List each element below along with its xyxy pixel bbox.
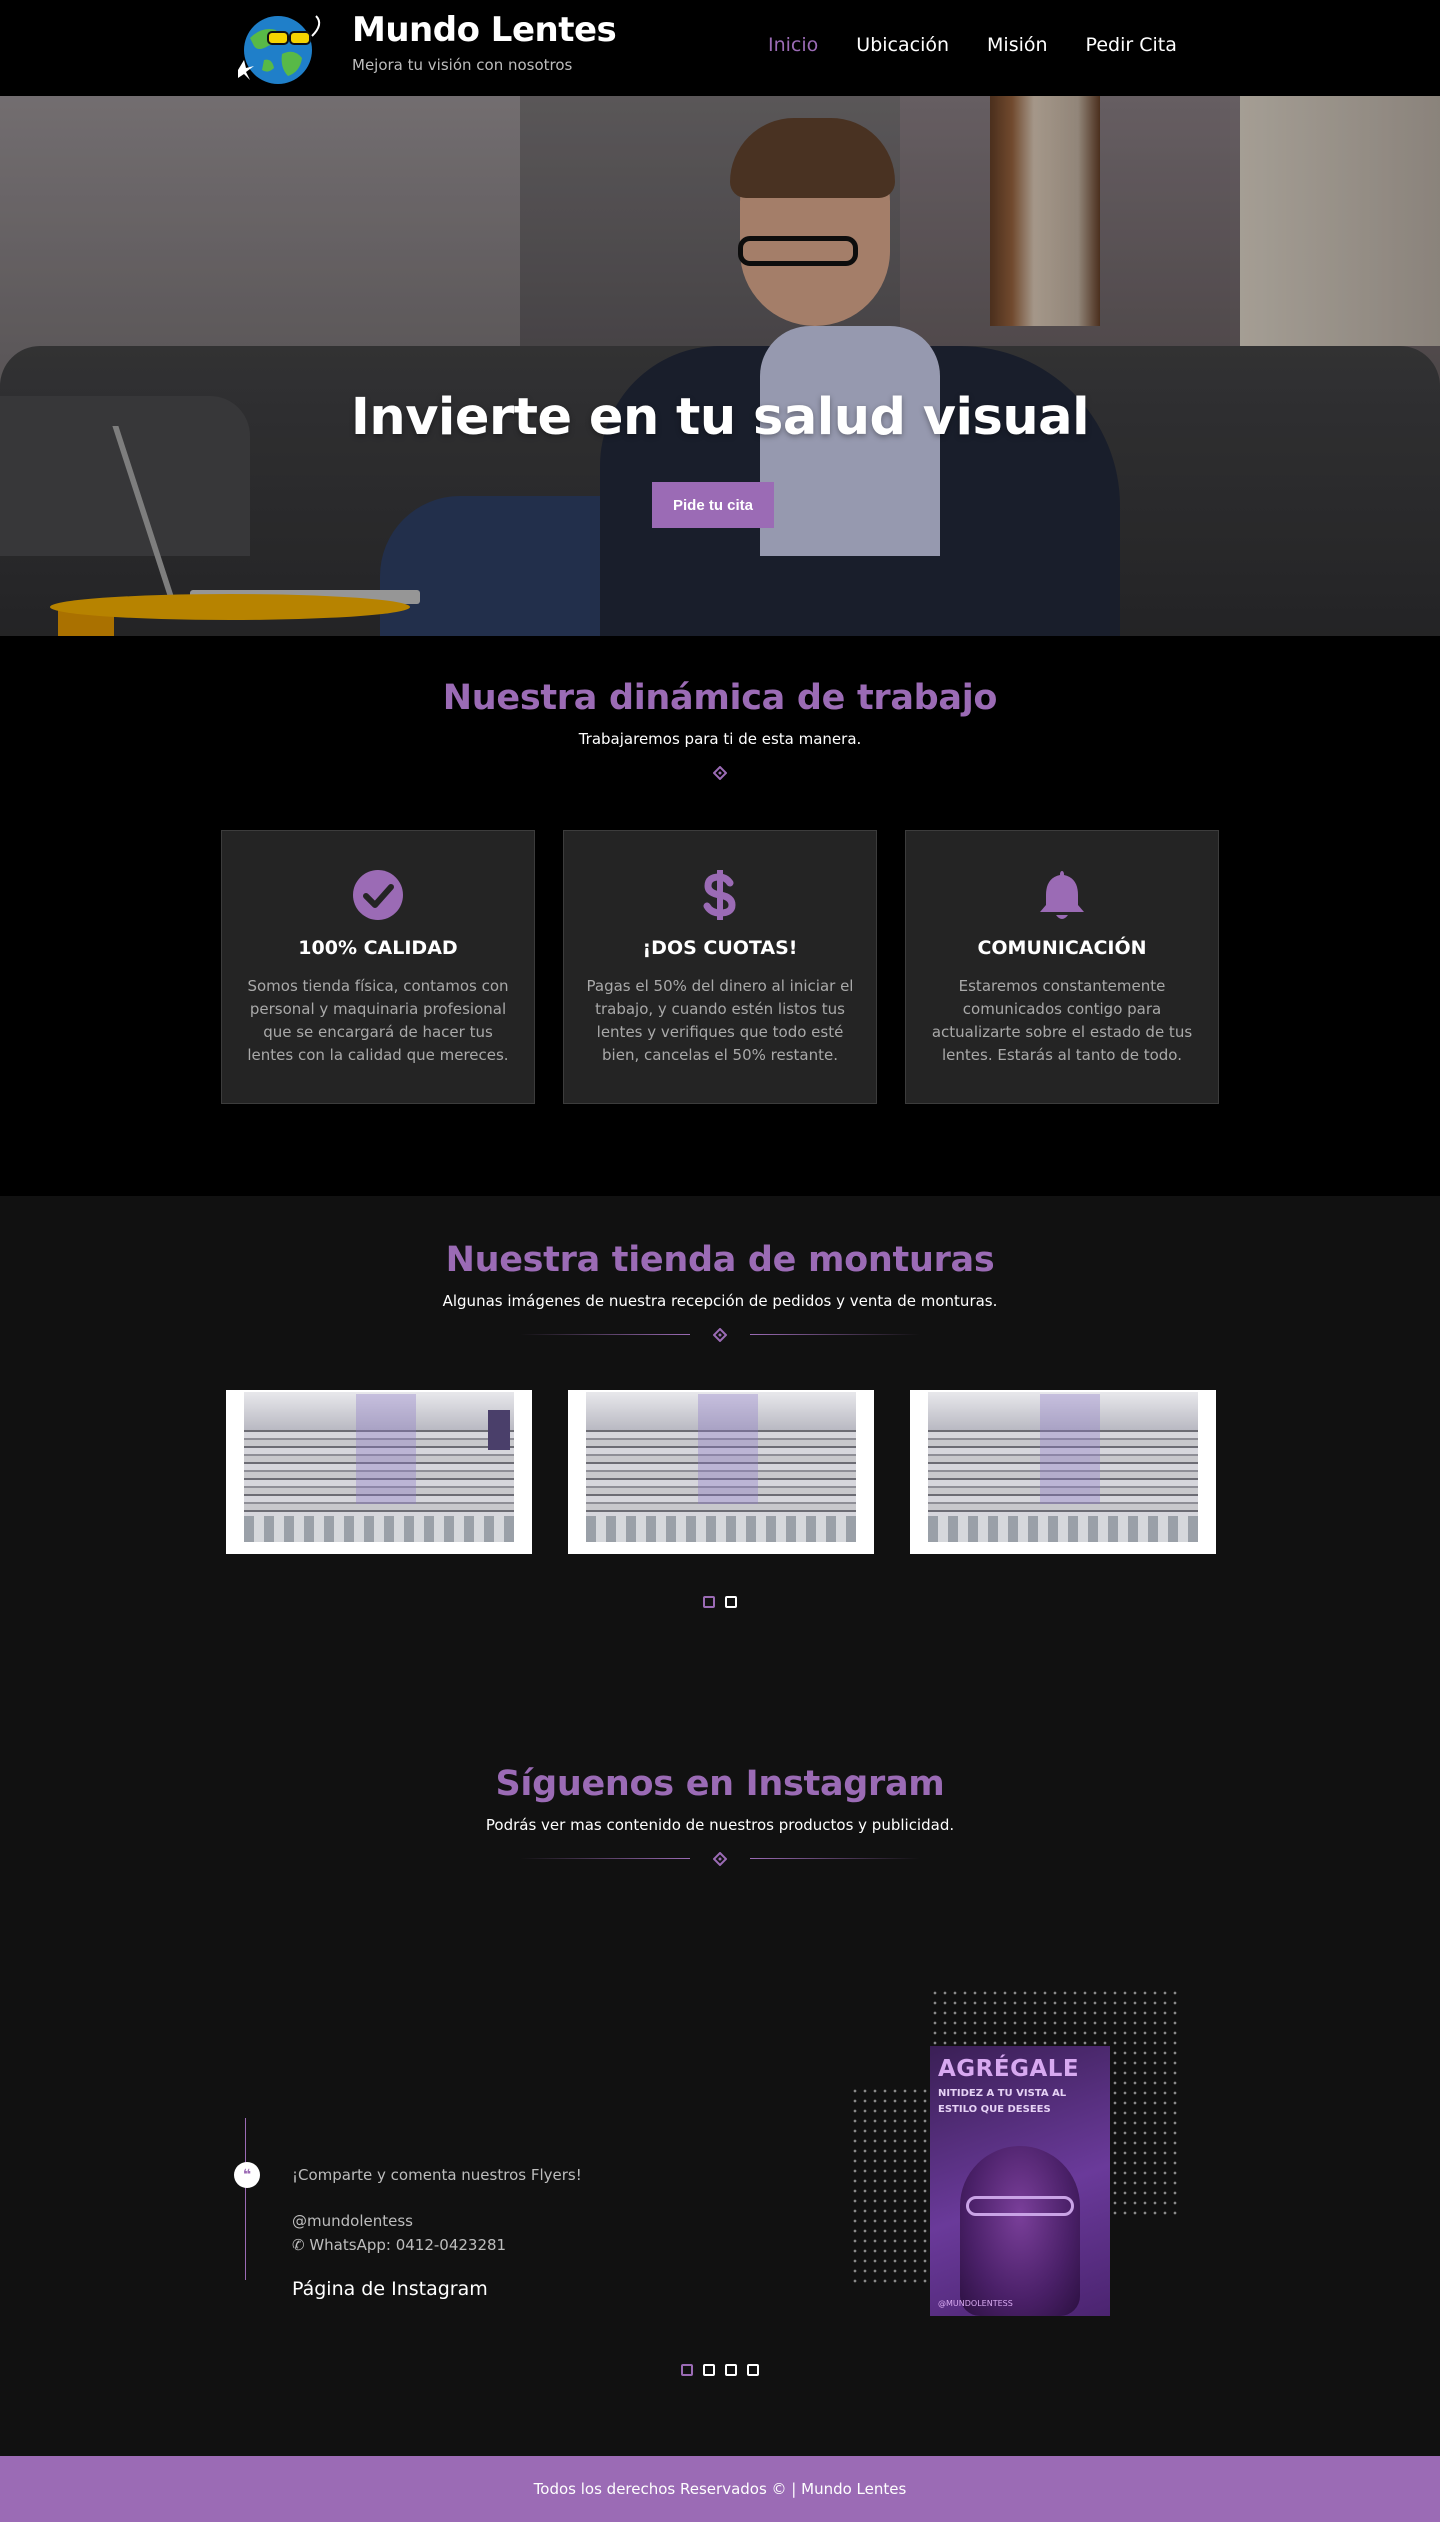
store-photo[interactable]: [910, 1390, 1216, 1554]
site-header: Mundo Lentes Mejora tu visión con nosotr…: [0, 0, 1440, 96]
divider: [520, 766, 920, 780]
instagram-title: Síguenos en Instagram: [495, 1764, 945, 1804]
site-footer: Todos los derechos Reservados © | Mundo …: [0, 2456, 1440, 2522]
dot-pattern: [850, 2086, 930, 2286]
nav-item-inicio[interactable]: Inicio: [768, 34, 818, 56]
bell-icon: [1040, 871, 1084, 919]
store-gallery: [226, 1390, 1216, 1554]
footer-text: Todos los derechos Reservados © | Mundo …: [533, 2480, 907, 2498]
card-title: COMUNICACIÓN: [977, 937, 1147, 959]
quote-icon: ❝: [234, 2162, 260, 2188]
dinamica-title: Nuestra dinámica de trabajo: [442, 678, 998, 718]
hero-banner: Invierte en tu salud visual Pide tu cita: [0, 96, 1440, 636]
instagram-section: Síguenos en Instagram Podrás ver mas con…: [0, 1756, 1440, 2456]
gallery-pagination: [0, 1596, 1440, 1608]
feature-card-comunicacion: COMUNICACIÓN Estaremos constantemente co…: [905, 830, 1219, 1104]
slide-dot-4[interactable]: [747, 2364, 759, 2376]
instagram-subtitle: Podrás ver mas contenido de nuestros pro…: [485, 1816, 955, 1834]
nav-item-ubicacion[interactable]: Ubicación: [856, 34, 949, 56]
store-photo[interactable]: [568, 1390, 874, 1554]
instagram-flyer[interactable]: AGRÉGALE NITIDEZ A TU VISTA AL ESTILO QU…: [930, 2046, 1110, 2316]
check-circle-icon: [353, 870, 403, 920]
nav-item-pedir-cita[interactable]: Pedir Cita: [1086, 34, 1177, 56]
brand-tagline: Mejora tu visión con nosotros: [352, 56, 573, 74]
slide-dot-2[interactable]: [725, 1596, 737, 1608]
flyer-title: AGRÉGALE: [938, 2056, 1080, 2082]
diamond-icon: [713, 1328, 727, 1342]
dinamica-subtitle: Trabajaremos para ti de esta manera.: [578, 730, 862, 748]
slide-dot-3[interactable]: [725, 2364, 737, 2376]
divider: [520, 1852, 920, 1866]
card-title: 100% CALIDAD: [298, 937, 458, 959]
whatsapp-icon: ✆: [292, 2236, 310, 2254]
instagram-page-link[interactable]: Página de Instagram: [292, 2278, 488, 2300]
tienda-section: Nuestra tienda de monturas Algunas imáge…: [0, 1196, 1440, 1756]
diamond-icon: [713, 1852, 727, 1866]
flyer-footer: @MUNDOLENTESS: [938, 2299, 1013, 2308]
slide-dot-1[interactable]: [703, 1596, 715, 1608]
dinamica-section: Nuestra dinámica de trabajo Trabajaremos…: [0, 636, 1440, 1196]
feature-card-cuotas: ¡DOS CUOTAS! Pagas el 50% del dinero al …: [563, 830, 877, 1104]
feature-cards: 100% CALIDAD Somos tienda física, contam…: [221, 830, 1219, 1104]
nav-item-mision[interactable]: Misión: [987, 34, 1048, 56]
brand-title[interactable]: Mundo Lentes: [352, 10, 617, 50]
flyer-subtitle: NITIDEZ A TU VISTA AL ESTILO QUE DESEES: [938, 2088, 1067, 2115]
card-text: Estaremos constantemente comunicados con…: [931, 977, 1193, 1064]
card-title: ¡DOS CUOTAS!: [642, 937, 798, 959]
page: Mundo Lentes Mejora tu visión con nosotr…: [0, 0, 1440, 2522]
card-text: Somos tienda física, contamos con person…: [247, 977, 509, 1064]
whatsapp-contact: ✆ WhatsApp: 0412-0423281: [292, 2236, 506, 2254]
diamond-icon: [713, 766, 727, 780]
pide-tu-cita-button[interactable]: Pide tu cita: [652, 482, 774, 528]
instagram-handle: @mundolentess: [292, 2212, 413, 2230]
whatsapp-number: WhatsApp: 0412-0423281: [309, 2236, 507, 2254]
quote-line: [245, 2118, 246, 2280]
feature-card-calidad: 100% CALIDAD Somos tienda física, contam…: [221, 830, 535, 1104]
main-nav: Inicio Ubicación Misión Pedir Cita: [768, 34, 1215, 56]
instagram-pagination: [0, 2364, 1440, 2376]
slide-dot-2[interactable]: [703, 2364, 715, 2376]
tienda-title: Nuestra tienda de monturas: [445, 1240, 995, 1280]
instagram-text: ¡Comparte y comenta nuestros Flyers!: [292, 2166, 582, 2184]
store-photo[interactable]: [226, 1390, 532, 1554]
slide-dot-1[interactable]: [681, 2364, 693, 2376]
card-text: Pagas el 50% del dinero al iniciar el tr…: [586, 977, 854, 1064]
dollar-icon: [703, 870, 736, 920]
hero-title: Invierte en tu salud visual: [350, 388, 1090, 447]
divider: [520, 1328, 920, 1342]
tienda-subtitle: Algunas imágenes de nuestra recepción de…: [442, 1292, 998, 1310]
globe-logo-icon[interactable]: [228, 12, 328, 86]
